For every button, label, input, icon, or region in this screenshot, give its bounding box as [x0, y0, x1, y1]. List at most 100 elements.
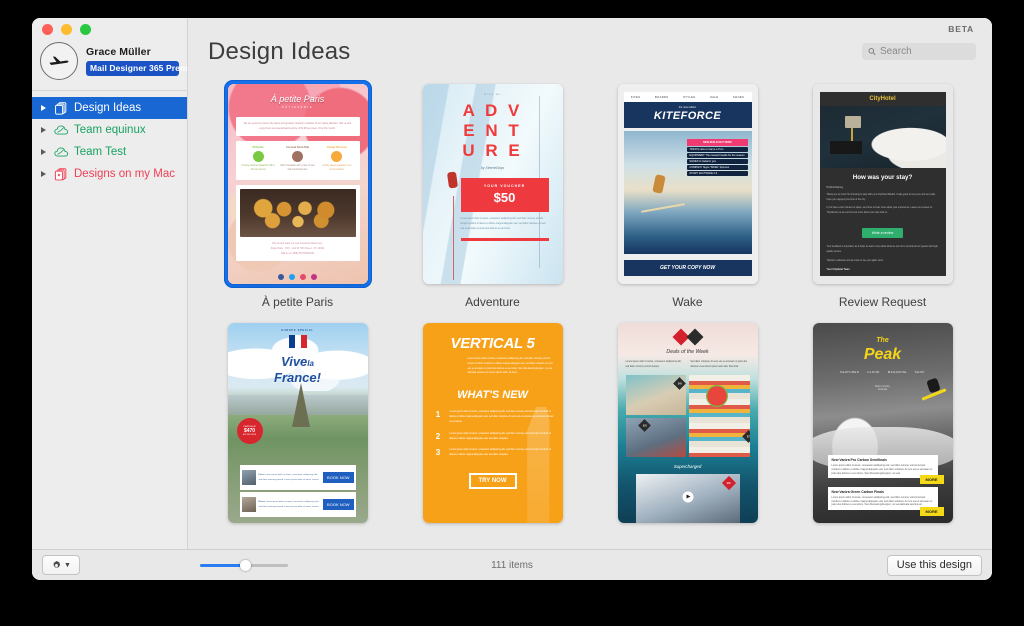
design-cell-review-request[interactable]: CityHotel How was your stay? Hi [First N… [791, 80, 974, 309]
paris-photo-card: Visit us and taste our new macarons flav… [235, 184, 360, 261]
peak-brand-the: The [876, 337, 889, 344]
design-cell-deals-of-the-week[interactable]: Deals of the Week Lorem ipsum dolor sit … [596, 319, 779, 534]
vertical5-item: 3 Lorem ipsum dolor sit amet, consetetur… [432, 448, 554, 458]
deals-video-card[interactable]: $99 [635, 474, 740, 523]
sidebar-item-label: Team Test [74, 146, 127, 158]
design-thumbnail[interactable]: À petite Paris PÂTISSERIE We are proud t… [227, 84, 368, 284]
design-thumbnail[interactable]: CityHotel How was your stay? Hi [First N… [812, 84, 953, 284]
cityhotel-photo [819, 106, 946, 168]
review-cta-button[interactable]: Write a review [861, 228, 904, 239]
peak-nav-item[interactable]: SHOP [915, 370, 925, 374]
design-thumbnail[interactable]: Give an A D V E N T U R E by XtremeDays … [422, 84, 563, 284]
book-now-button[interactable]: BOOK NOW [323, 472, 354, 483]
peak-card-text: Lorem ipsum dolor sit amet, consetetur s… [831, 496, 933, 507]
paris-intro-text: We are proud to present the latest and g… [243, 122, 352, 130]
thumbnail-frame: À petite Paris PÂTISSERIE We are proud t… [223, 80, 372, 288]
wake-tag: NEW BUILD OUT NOW! [687, 139, 748, 146]
design-thumbnail[interactable]: Deals of the Week Lorem ipsum dolor sit … [617, 323, 758, 523]
use-this-design-button[interactable]: Use this design [886, 554, 982, 576]
facebook-icon[interactable] [278, 274, 284, 280]
wake-nav-item[interactable]: STYLES [683, 96, 695, 99]
design-thumbnail[interactable]: The Peak FEATURES CLOUD MAGAZINE SHOP Wa… [812, 323, 953, 523]
paris-layout: À petite Paris PÂTISSERIE We are proud t… [228, 84, 368, 284]
wake-rider [652, 174, 666, 195]
peak-card-text: Lorem ipsum dolor sit amet, consetetur s… [831, 464, 933, 475]
france-offer-row[interactable]: Nimes Lorem ipsum dolor sit amet, conset… [239, 492, 356, 517]
item-count-label: 111 items [491, 559, 533, 571]
peak-more-button[interactable]: MORE [919, 475, 944, 485]
wake-cta[interactable]: GET YOUR COPY NOW [623, 260, 752, 276]
sidebar-item-design-ideas[interactable]: Design Ideas [32, 97, 187, 119]
footer-toolbar: ▼ 111 items Use this design [32, 549, 992, 580]
vertical5-item-text: Lorem ipsum dolor sit amet, consetetur s… [449, 449, 551, 457]
airplane-icon [49, 56, 69, 66]
disclosure-triangle-icon[interactable] [38, 127, 48, 133]
vertical5-layout: VERTICAL 5 Lorem ipsum dolor sit amet, c… [423, 323, 563, 523]
design-label: À petite Paris [261, 295, 334, 309]
traffic-lights [32, 18, 187, 40]
play-icon[interactable] [682, 491, 693, 503]
france-eyebrow: EUROPE SPECIAL [281, 329, 314, 332]
design-thumbnail[interactable]: KITES BOARDS STYLES SALE SHOES the new e… [617, 84, 758, 284]
peak-nav-item[interactable]: CLOUD [867, 370, 880, 374]
stacked-designs-icon [53, 167, 69, 181]
design-cell-a-petite-paris[interactable]: À petite Paris PÂTISSERIE We are proud t… [206, 80, 389, 309]
zoom-window-button[interactable] [80, 23, 91, 35]
wake-nav-item[interactable]: BOARDS [655, 96, 668, 99]
instagram-icon[interactable] [311, 274, 317, 280]
design-cell-wake[interactable]: KITES BOARDS STYLES SALE SHOES the new e… [596, 80, 779, 309]
account-header[interactable]: Grace Müller Mail Designer 365 Premium [32, 40, 203, 91]
design-cell-vertical-5[interactable]: VERTICAL 5 Lorem ipsum dolor sit amet, c… [401, 319, 584, 534]
disclosure-triangle-icon[interactable] [38, 149, 48, 155]
vertical5-subhead: WHAT'S NEW [457, 389, 528, 402]
wake-nav-item[interactable]: SALE [710, 96, 718, 99]
design-cell-the-peak[interactable]: The Peak FEATURES CLOUD MAGAZINE SHOP Wa… [791, 319, 974, 534]
adventure-layout: Give an A D V E N T U R E by XtremeDays … [423, 84, 563, 284]
sidebar-item-team-test[interactable]: Team Test [32, 141, 187, 163]
flickr-icon[interactable] [300, 274, 306, 280]
account-meta: Grace Müller Mail Designer 365 Premium [86, 46, 203, 76]
deals-kite-logo [626, 328, 750, 346]
france-offer-row[interactable]: Paris Lorem ipsum dolor sit amet, conset… [239, 465, 356, 490]
offer-text: Paris Lorem ipsum dolor sit amet, conset… [259, 473, 321, 481]
wake-layout: KITES BOARDS STYLES SALE SHOES the new e… [617, 84, 758, 284]
twitter-icon[interactable] [289, 274, 295, 280]
wake-chip: TRICKS How to Carve a Turn [687, 147, 748, 152]
design-cell-adventure[interactable]: Give an A D V E N T U R E by XtremeDays … [401, 80, 584, 309]
vertical5-cta-button[interactable]: TRY NOW [468, 472, 517, 489]
paris-columns-card: Pistachio Creamy textured pistachio with… [235, 141, 360, 180]
thumbnail-frame: CityHotel How was your stay? Hi [First N… [809, 80, 957, 288]
design-thumbnail[interactable]: VERTICAL 5 Lorem ipsum dolor sit amet, c… [422, 323, 563, 523]
peak-article-card[interactable]: New Vanira Green Carbon Finals Lorem ips… [827, 487, 944, 516]
sidebar-item-label: Team equinux [74, 124, 146, 136]
disclosure-triangle-icon[interactable] [38, 105, 48, 111]
close-window-button[interactable] [42, 23, 53, 35]
wake-nav-item[interactable]: KITES [631, 96, 641, 99]
design-thumbnail[interactable]: EUROPE SPECIAL Vivela France! STARTING A… [227, 323, 368, 523]
wake-chip: SHOES In Iceland, yes [687, 159, 748, 164]
peak-more-button[interactable]: MORE [919, 507, 944, 516]
minimize-window-button[interactable] [61, 23, 72, 35]
paris-column: Orange Blossom A fruity sweet seduction … [317, 146, 356, 173]
search-input[interactable] [879, 46, 970, 57]
peak-article-card[interactable]: New Vanira Pro Carbon Semifinals Lorem i… [827, 455, 944, 485]
search-field[interactable] [862, 43, 976, 60]
sidebar-item-designs-on-my-mac[interactable]: Designs on my Mac [32, 163, 187, 185]
paris-column: Pistachio Creamy textured pistachio with… [239, 146, 278, 173]
design-grid-scroll[interactable]: À petite Paris PÂTISSERIE We are proud t… [188, 80, 992, 549]
peak-nav-item[interactable]: FEATURES [840, 370, 859, 374]
vertical5-number: 3 [435, 448, 441, 458]
design-label: Wake [672, 295, 703, 309]
review-paragraph: Thanks in advance and we hope to see you… [826, 259, 884, 262]
book-now-button[interactable]: BOOK NOW [323, 499, 354, 510]
paris-logo-sub: PÂTISSERIE [281, 106, 314, 109]
sidebar-item-team-equinux[interactable]: Team equinux [32, 119, 187, 141]
disclosure-triangle-icon[interactable] [38, 171, 48, 177]
paris-photo [239, 188, 356, 237]
paris-column-text: Creamy textured pistachio with a hint of… [241, 165, 275, 172]
design-cell-vive-la-france[interactable]: EUROPE SPECIAL Vivela France! STARTING A… [206, 319, 389, 534]
wake-chip: STORY FACTWAVE 2.0 [687, 171, 748, 176]
wake-nav-item[interactable]: SHOES [733, 96, 744, 99]
thumbnail-frame: VERTICAL 5 Lorem ipsum dolor sit amet, c… [419, 319, 567, 527]
peak-nav-item[interactable]: MAGAZINE [888, 370, 907, 374]
